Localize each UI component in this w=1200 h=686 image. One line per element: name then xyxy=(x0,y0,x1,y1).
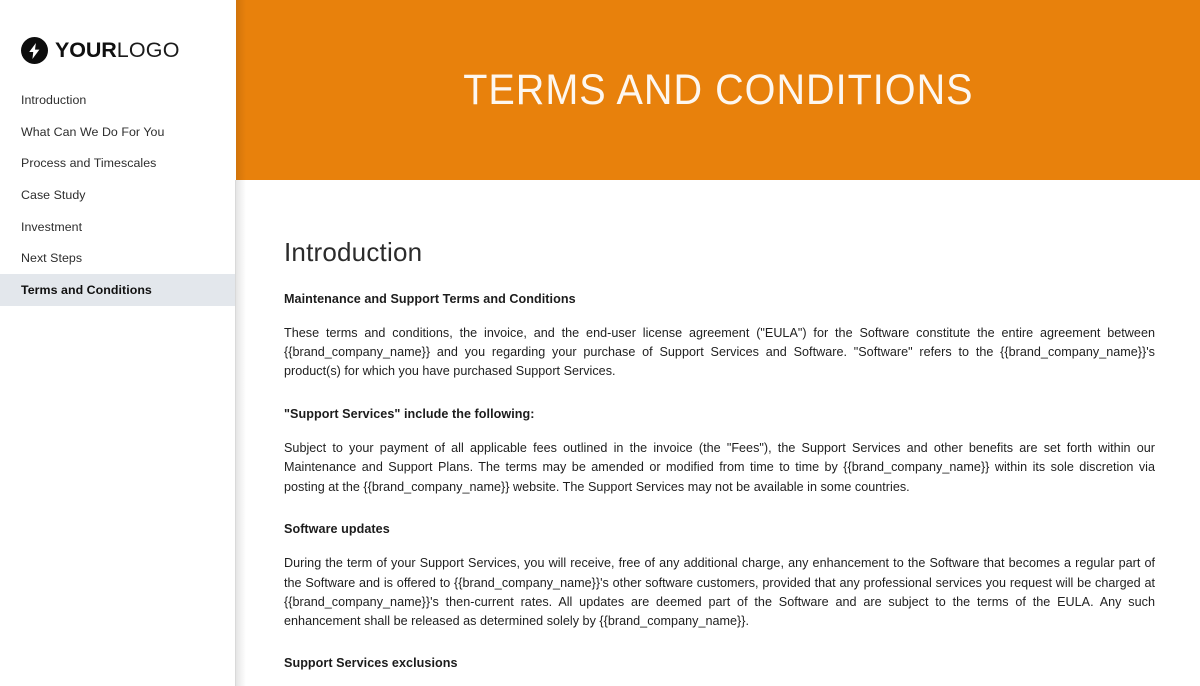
sidebar-item-what-can-we-do-for-you[interactable]: What Can We Do For You xyxy=(0,116,236,148)
subheading-maintenance-and-support: Maintenance and Support Terms and Condit… xyxy=(284,291,576,306)
brand-name-light: LOGO xyxy=(116,37,180,62)
subheading-support-services-include: "Support Services" include the following… xyxy=(284,406,535,421)
page-hero-banner: TERMS AND CONDITIONS xyxy=(236,0,1200,180)
document-body: Introduction Maintenance and Support Ter… xyxy=(236,180,1200,686)
paragraph-maintenance-and-support: These terms and conditions, the invoice,… xyxy=(284,325,1155,379)
sidebar-nav: Introduction What Can We Do For You Proc… xyxy=(0,84,236,306)
sidebar-item-next-steps[interactable]: Next Steps xyxy=(0,242,236,274)
sidebar: YOURLOGO Introduction What Can We Do For… xyxy=(0,0,236,686)
sidebar-item-investment[interactable]: Investment xyxy=(0,211,236,243)
section-heading: Introduction xyxy=(284,237,423,267)
page-root: YOURLOGO Introduction What Can We Do For… xyxy=(0,0,1200,686)
sidebar-item-case-study[interactable]: Case Study xyxy=(0,179,236,211)
brand-name: YOURLOGO xyxy=(55,37,180,62)
paragraph-software-updates: During the term of your Support Services… xyxy=(284,556,1155,629)
brand-logo[interactable]: YOURLOGO xyxy=(0,0,236,72)
paragraph-support-services-exclusions: (a) We shall not provide any Support Ser… xyxy=(284,672,1155,686)
sidebar-item-process-and-timescales[interactable]: Process and Timescales xyxy=(0,147,236,179)
brand-name-strong: YOUR xyxy=(55,37,117,62)
paragraph-support-services-include: Subject to your payment of all applicabl… xyxy=(284,441,1155,494)
subheading-support-services-exclusions: Support Services exclusions xyxy=(284,656,458,671)
subheading-software-updates: Software updates xyxy=(284,521,390,536)
lightning-bolt-icon xyxy=(21,37,48,64)
main-content: TERMS AND CONDITIONS Introduction Mainte… xyxy=(236,0,1200,686)
page-title: TERMS AND CONDITIONS xyxy=(462,65,974,114)
sidebar-item-terms-and-conditions[interactable]: Terms and Conditions xyxy=(0,274,236,306)
sidebar-item-introduction[interactable]: Introduction xyxy=(0,84,236,116)
